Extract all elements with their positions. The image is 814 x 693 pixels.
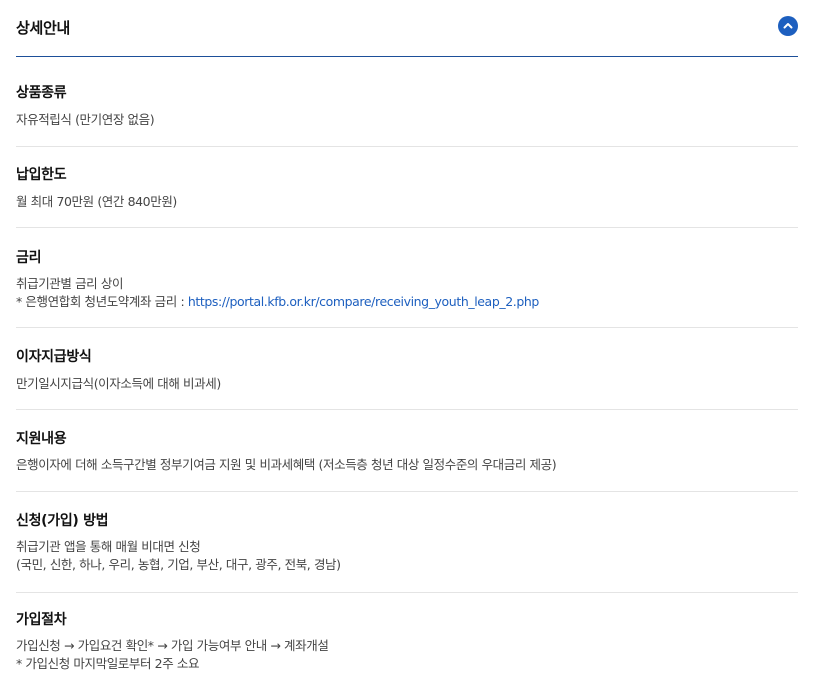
- section-interest-rate: 금리 취급기관별 금리 상이 * 은행연합회 청년도약계좌 금리 : https…: [16, 228, 798, 328]
- section-application-method: 신청(가입) 방법 취급기관 앱을 통해 매월 비대면 신청 (국민, 신한, …: [16, 492, 798, 593]
- section-product-type: 상품종류 자유적립식 (만기연장 없음): [16, 57, 798, 147]
- section-title: 지원내용: [16, 431, 67, 447]
- section-interest-payment: 이자지급방식 만기일시지급식(이자소득에 대해 비과세): [16, 328, 798, 410]
- section-text-with-link: * 은행연합회 청년도약계좌 금리 : https://portal.kfb.o…: [16, 291, 539, 310]
- section-text: 월 최대 70만원 (연간 840만원): [16, 194, 177, 209]
- section-title: 가입절차: [16, 612, 67, 628]
- section-title: 상품종류: [16, 85, 67, 101]
- section-text: * 은행연합회 청년도약계좌 금리 :: [16, 294, 188, 309]
- section-text: 자유적립식 (만기연장 없음): [16, 112, 155, 127]
- section-support: 지원내용 은행이자에 더해 소득구간별 정부기여금 지원 및 비과세혜택 (저소…: [16, 410, 798, 492]
- section-join-procedure: 가입절차 가입신청 → 가입요건 확인* → 가입 가능여부 안내 → 계좌개설…: [16, 593, 798, 693]
- section-title: 이자지급방식: [16, 349, 92, 365]
- section-text: 은행이자에 더해 소득구간별 정부기여금 지원 및 비과세혜택 (저소득층 청년…: [16, 457, 557, 472]
- section-text: 취급기관 앱을 통해 매월 비대면 신청: [16, 539, 201, 554]
- section-text: 취급기관별 금리 상이: [16, 276, 124, 291]
- kfb-rate-link[interactable]: https://portal.kfb.or.kr/compare/receivi…: [188, 294, 539, 309]
- collapse-toggle-button[interactable]: [778, 16, 798, 36]
- chevron-up-icon: [783, 23, 793, 29]
- section-title: 금리: [16, 250, 42, 266]
- section-deposit-limit: 납입한도 월 최대 70만원 (연간 840만원): [16, 147, 798, 228]
- section-title: 납입한도: [16, 167, 67, 183]
- detail-panel: 상세안내 상품종류 자유적립식 (만기연장 없음) 납입한도 월 최대 70만원…: [0, 0, 814, 693]
- panel-header: 상세안내: [16, 0, 798, 57]
- section-text: (국민, 신한, 하나, 우리, 농협, 기업, 부산, 대구, 광주, 전북,…: [16, 557, 341, 572]
- section-text: * 가입신청 마지막일로부터 2주 소요: [16, 656, 200, 671]
- section-text: 만기일시지급식(이자소득에 대해 비과세): [16, 376, 221, 391]
- panel-title: 상세안내: [16, 19, 71, 37]
- section-title: 신청(가입) 방법: [16, 513, 109, 529]
- section-text: 가입신청 → 가입요건 확인* → 가입 가능여부 안내 → 계좌개설: [16, 638, 329, 653]
